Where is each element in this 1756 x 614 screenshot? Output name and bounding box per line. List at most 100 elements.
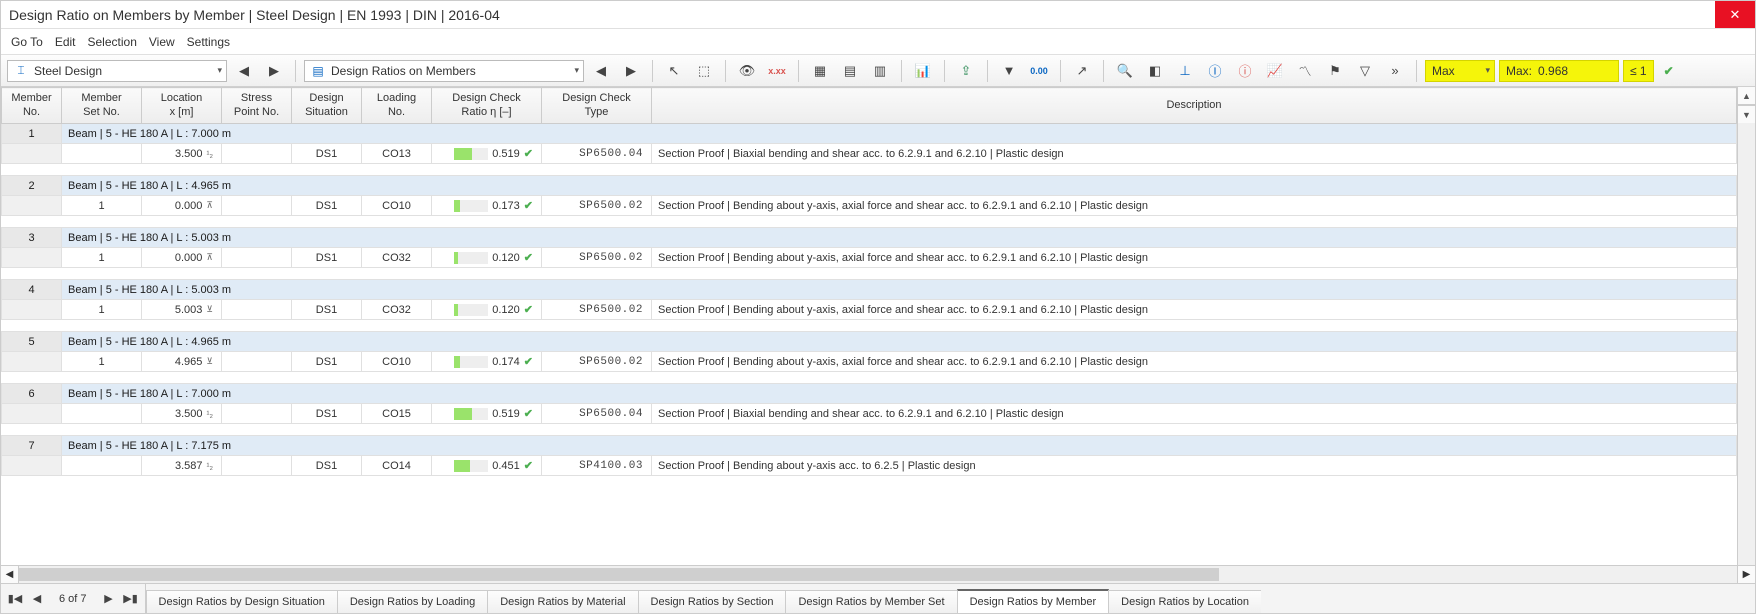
table-row[interactable]: 3.587¹₂DS1CO140.451✔SP4100.03Section Pro… [2,456,1737,476]
column-header[interactable]: Design CheckRatio η [–] [432,88,542,124]
max-value: 0.968 [1538,64,1568,78]
stress-point [222,144,292,164]
view3d-button[interactable]: ◧ [1142,59,1168,83]
table-row[interactable]: 3.500¹₂DS1CO130.519✔SP6500.04Section Pro… [2,144,1737,164]
location: 0.000⊼ [142,196,222,216]
prev-page-button[interactable]: ◀ [29,592,45,605]
zoom-button[interactable]: 🔍 [1112,59,1138,83]
grid-button-1[interactable]: ▦ [807,59,833,83]
scroll-down-button[interactable]: ▼ [1738,105,1755,123]
group-label: Beam | 5 - HE 180 A | L : 4.965 m [62,332,1737,352]
footer-tab[interactable]: Design Ratios by Location [1108,590,1261,613]
diagram-button[interactable]: 📊 [910,59,936,83]
table-row[interactable]: 10.000⊼DS1CO320.120✔SP6500.02Section Pro… [2,248,1737,268]
footer: ▮◀ ◀ 6 of 7 ▶ ▶▮ Design Ratios by Design… [1,583,1755,613]
column-header[interactable]: MemberNo. [2,88,62,124]
group-row[interactable]: 7Beam | 5 - HE 180 A | L : 7.175 m [2,436,1737,456]
vertical-scrollbar[interactable]: ▲ ▼ [1737,87,1755,565]
prev-view-button[interactable]: ◀ [588,59,614,83]
next-module-button[interactable]: ▶ [261,59,287,83]
graph-button[interactable]: 〽 [1292,59,1318,83]
member-no: 4 [2,280,62,300]
section-button[interactable]: ⊥ [1172,59,1198,83]
column-header[interactable]: StressPoint No. [222,88,292,124]
column-header[interactable]: MemberSet No. [62,88,142,124]
row-num [2,456,62,476]
scroll-track[interactable] [19,566,1737,583]
table-row[interactable]: 15.003⊻DS1CO320.120✔SP6500.02Section Pro… [2,300,1737,320]
column-header[interactable]: Locationx [m] [142,88,222,124]
column-header[interactable]: Description [652,88,1737,124]
limit-badge: ≤ 1 [1623,60,1654,82]
group-row[interactable]: 3Beam | 5 - HE 180 A | L : 5.003 m [2,228,1737,248]
last-page-button[interactable]: ▶▮ [123,592,139,605]
grid-button-2[interactable]: ▤ [837,59,863,83]
info-button[interactable]: ⓘ [1232,59,1258,83]
view-dropdown[interactable]: ▤ Design Ratios on Members ▾ [304,60,584,82]
footer-tab[interactable]: Design Ratios by Loading [337,590,488,613]
group-label: Beam | 5 - HE 180 A | L : 5.003 m [62,228,1737,248]
group-label: Beam | 5 - HE 180 A | L : 7.000 m [62,384,1737,404]
scroll-up-button[interactable]: ▲ [1738,87,1755,105]
filter-mode-dropdown[interactable]: Max ▾ [1425,60,1495,82]
footer-tab[interactable]: Design Ratios by Member Set [785,590,957,613]
select-object-button[interactable]: ↖ [661,59,687,83]
page-indicator: 6 of 7 [51,593,95,605]
close-button[interactable]: ✕ [1715,1,1755,28]
menu-view[interactable]: View [149,35,175,49]
decimal-button[interactable]: 0.00 [1026,59,1052,83]
footer-tab[interactable]: Design Ratios by Member [957,589,1110,613]
scroll-left-button[interactable]: ◀ [1,566,19,583]
filter2-button[interactable]: ▽ [1352,59,1378,83]
export-button[interactable]: ⇪ [953,59,979,83]
max-value-field: Max: 0.968 [1499,60,1619,82]
footer-tab[interactable]: Design Ratios by Design Situation [146,590,338,613]
footer-tab[interactable]: Design Ratios by Material [487,590,638,613]
show-values-button[interactable]: x.xx [764,59,790,83]
profile-button[interactable]: Ⓘ [1202,59,1228,83]
group-row[interactable]: 5Beam | 5 - HE 180 A | L : 4.965 m [2,332,1737,352]
row-num [2,352,62,372]
grid-button-3[interactable]: ▥ [867,59,893,83]
description: Section Proof | Bending about y-axis, ax… [652,300,1737,320]
group-row[interactable]: 2Beam | 5 - HE 180 A | L : 4.965 m [2,176,1737,196]
filter-button[interactable]: ▼ [996,59,1022,83]
chart-button[interactable]: 📈 [1262,59,1288,83]
pointer-button[interactable]: ↗ [1069,59,1095,83]
next-page-button[interactable]: ▶ [101,592,117,605]
column-header[interactable]: LoadingNo. [362,88,432,124]
scroll-thumb[interactable] [19,568,1219,581]
show-eye-button[interactable]: 👁 [734,59,760,83]
table-row[interactable]: 10.000⊼DS1CO100.173✔SP6500.02Section Pro… [2,196,1737,216]
next-view-button[interactable]: ▶ [618,59,644,83]
ratio: 0.120✔ [432,300,542,320]
ratio: 0.451✔ [432,456,542,476]
group-row[interactable]: 1Beam | 5 - HE 180 A | L : 7.000 m [2,124,1737,144]
titlebar: Design Ratio on Members by Member | Stee… [1,1,1755,29]
group-row[interactable]: 6Beam | 5 - HE 180 A | L : 7.000 m [2,384,1737,404]
flag-button[interactable]: ⚑ [1322,59,1348,83]
menu-edit[interactable]: Edit [55,35,76,49]
menu-selection[interactable]: Selection [88,35,137,49]
filter-mode-label: Max [1432,64,1455,78]
menu-goto[interactable]: Go To [11,35,43,49]
group-label: Beam | 5 - HE 180 A | L : 7.000 m [62,124,1737,144]
select-window-button[interactable]: ⬚ [691,59,717,83]
scroll-right-button[interactable]: ▶ [1737,566,1755,583]
menu-settings[interactable]: Settings [187,35,230,49]
check-type: SP4100.03 [542,456,652,476]
column-header[interactable]: Design CheckType [542,88,652,124]
footer-tab[interactable]: Design Ratios by Section [638,590,787,613]
loading-no: CO10 [362,352,432,372]
prev-module-button[interactable]: ◀ [231,59,257,83]
first-page-button[interactable]: ▮◀ [7,592,23,605]
table-row[interactable]: 3.500¹₂DS1CO150.519✔SP6500.04Section Pro… [2,404,1737,424]
more-button[interactable]: » [1382,59,1408,83]
design-module-dropdown[interactable]: ⌶ Steel Design ▾ [7,60,227,82]
column-header[interactable]: DesignSituation [292,88,362,124]
table-row[interactable]: 14.965⊻DS1CO100.174✔SP6500.02Section Pro… [2,352,1737,372]
group-row[interactable]: 4Beam | 5 - HE 180 A | L : 5.003 m [2,280,1737,300]
chevron-down-icon: ▾ [217,65,222,76]
chevron-down-icon: ▾ [574,65,579,76]
horizontal-scrollbar[interactable]: ◀ ▶ [1,565,1755,583]
